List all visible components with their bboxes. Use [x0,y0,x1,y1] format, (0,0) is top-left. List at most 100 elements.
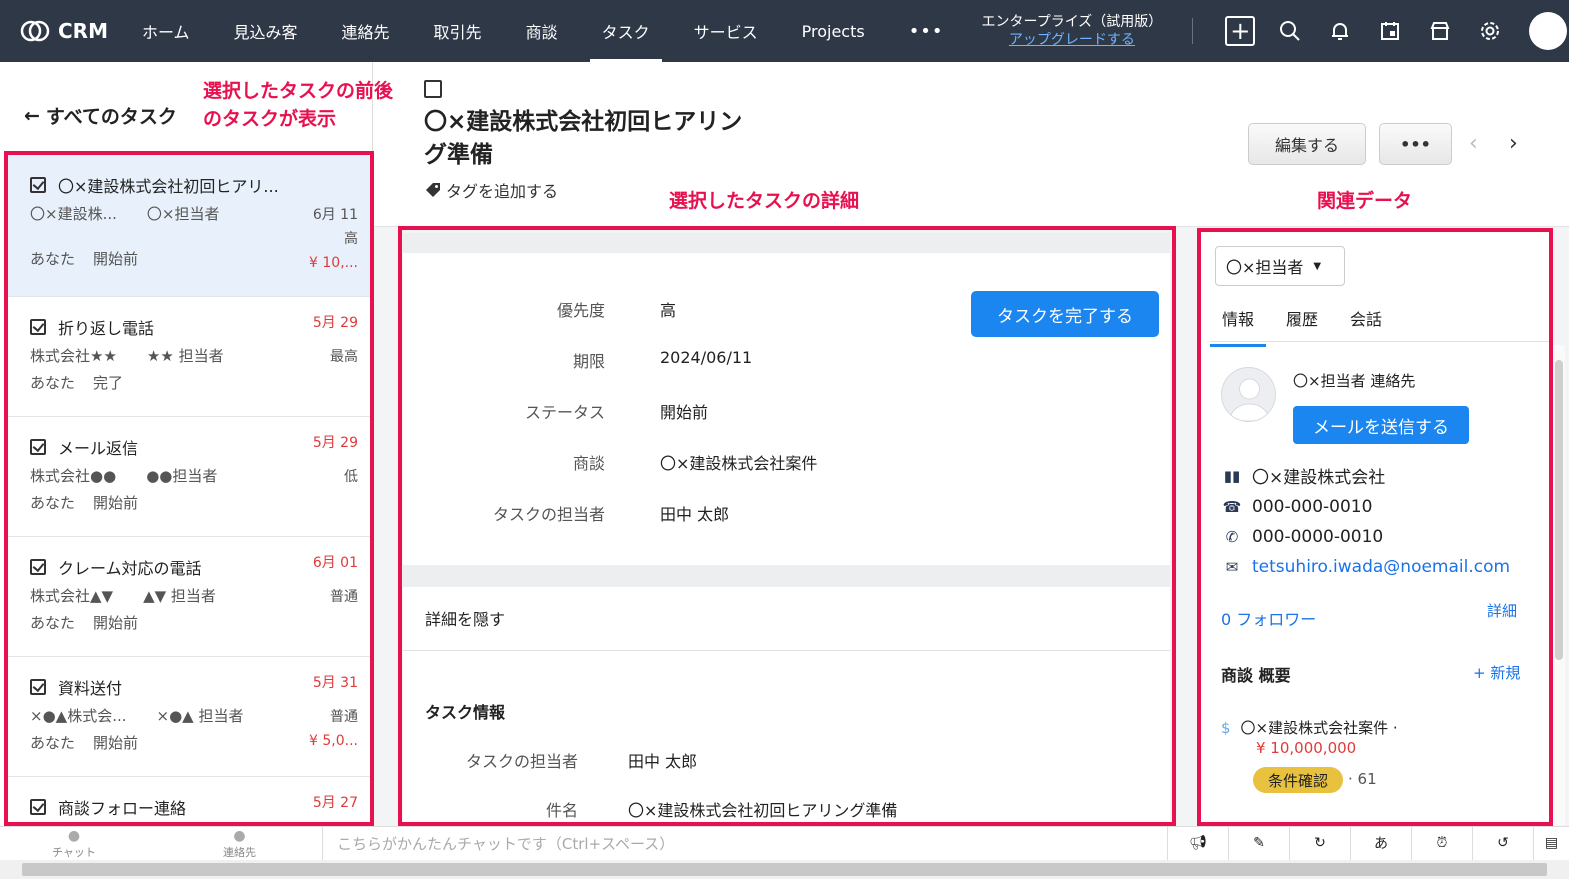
task-check-icon [30,559,46,575]
deal-entry[interactable]: $ 〇×建設株式会社案件 · [1221,717,1398,738]
add-tag-link[interactable]: タグを追加する [424,178,558,202]
translate-icon[interactable]: あ [1350,826,1411,860]
deal-stage-badge: 条件確認 [1253,767,1343,793]
task-priority: 低 [344,469,358,485]
trial-info: エンタープライズ（試用版） アップグレードする [982,13,1163,49]
company-name[interactable]: 〇×建設株式会社 [1252,463,1385,488]
redo-icon[interactable]: ↻ [1289,826,1350,860]
info-task-owner: タスクの担当者 田中 太郎 [403,748,1163,772]
task-priority: 高 [344,231,358,247]
phone-number[interactable]: 000-000-0010 [1252,497,1372,517]
hide-details-toggle[interactable]: 詳細を隠す [425,606,505,630]
task-status: 完了 [93,374,124,392]
task-date: 6月 11 [312,207,358,223]
gear-icon [1481,22,1500,40]
task-account: 株式会社●● [30,467,117,485]
nav-tasks[interactable]: タスク [580,0,672,62]
field-label: 件名 [545,801,578,820]
nav-deals[interactable]: 商談 [504,0,580,62]
field-value[interactable]: 田中 太郎 [628,748,697,772]
field-deal: 商談 〇×建設株式会社案件 [403,450,963,474]
task-item[interactable]: 〇×建設株式会社初回ヒアリ... 〇×建設株... 〇×担当者 あなた 開始前 6月… [8,155,370,297]
task-item[interactable]: 資料送付 ×●▲株式会... ×●▲ 担当者 あなた 開始前 5月 31 普通 ¥ … [8,657,370,777]
field-value[interactable]: 2024/06/11 [660,348,752,372]
search-icon [1280,21,1301,41]
calendar-button[interactable] [1365,11,1415,51]
field-value[interactable]: 田中 太郎 [660,501,729,525]
contact-mobile: ✆ 000-0000-0010 [1221,527,1384,547]
next-task-arrow-icon[interactable]: › [1509,131,1518,156]
settings-button[interactable] [1465,11,1515,51]
chat-shortcut[interactable]: ● チャット [52,828,96,860]
deal-link[interactable]: 〇×建設株式会社案件 [660,450,817,474]
nav-services[interactable]: サービス [672,0,780,62]
marketplace-button[interactable] [1415,11,1465,51]
crm-logo[interactable]: CRM [20,19,108,43]
nav-accounts[interactable]: 取引先 [412,0,504,62]
app-name: CRM [58,19,108,43]
task-title-heading: 〇×建設株式会社初回ヒアリング準備 [424,109,743,168]
contact-company: ▮▮ 〇×建設株式会社 [1221,463,1386,489]
quick-chat-input[interactable]: こちらがかんたんチャットです（Ctrl+スペース） [322,826,1167,860]
field-value[interactable]: 〇×建設株式会社初回ヒアリング準備 [628,797,897,821]
notes-icon[interactable]: ▤ [1533,826,1569,860]
horizontal-scrollbar[interactable] [0,860,1569,879]
task-item[interactable]: 商談フォロー連絡 5月 27 [8,777,370,823]
mobile-number[interactable]: 000-0000-0010 [1252,527,1383,547]
task-account: 株式会社▲▼ [30,587,114,605]
send-email-button[interactable]: メールを送信する [1293,406,1469,444]
contact-name[interactable]: 〇×担当者 連絡先 [1293,370,1415,391]
deal-stage-suffix: · 61 [1348,770,1377,788]
history-icon[interactable]: ↺ [1472,826,1533,860]
megaphone-icon[interactable]: 📢︎ [1167,826,1228,860]
field-due-date: 期限 2024/06/11 [403,348,963,372]
telephone-icon: ☎ [1222,498,1242,516]
nav-home[interactable]: ホーム [120,0,212,62]
task-owner: ▲▼ 担当者 [143,587,216,605]
nav-projects[interactable]: Projects [780,0,887,62]
nav-more-button[interactable]: ••• [887,0,966,62]
task-item[interactable]: 折り返し電話 株式会社★★ ★★ 担当者 あなた 完了 5月 29 最高 [8,297,370,417]
task-item[interactable]: クレーム対応の電話 株式会社▲▼ ▲▼ 担当者 あなた 開始前 6月 01 普通 [8,537,370,657]
previous-task-arrow-icon[interactable]: ‹ [1469,131,1478,156]
task-title: 資料送付 [58,679,123,698]
field-value[interactable]: 開始前 [660,399,708,423]
phone-icon: ✆ [1225,528,1239,546]
more-actions-button[interactable]: ••• [1379,123,1452,165]
calendar-icon [1381,22,1400,40]
nav-leads[interactable]: 見込み客 [212,0,320,62]
right-panel-scrollbar[interactable] [1553,345,1565,825]
contact-details-link[interactable]: 詳細 [1487,600,1517,621]
task-date: 5月 31 [312,675,358,691]
create-button[interactable]: + [1215,11,1265,51]
task-owner: 〇×担当者 [146,205,220,223]
followers-link[interactable]: 0 フォロワー [1221,606,1316,630]
task-status: 開始前 [93,250,139,268]
search-button[interactable] [1265,11,1315,51]
chat-bubble-icon: ● [67,828,81,844]
deal-dollar-icon: $ [1221,719,1231,737]
horizontal-scrollbar-thumb[interactable] [22,863,1547,876]
scrollbar-thumb[interactable] [1555,360,1563,660]
field-value[interactable]: 高 [660,297,676,321]
deals-summary-title: 商談 概要 [1221,666,1291,685]
notifications-button[interactable] [1315,11,1365,51]
field-label: タスクの担当者 [465,752,578,771]
nav-contacts[interactable]: 連絡先 [320,0,412,62]
detail-divider [403,565,1170,587]
envelope-icon: ✉ [1225,558,1239,576]
bell-icon [1332,23,1349,40]
contacts-shortcut[interactable]: ● 連絡先 [223,828,256,860]
user-avatar[interactable] [1529,12,1568,50]
contact-select[interactable]: 〇×担当者 ▼ [1215,246,1345,286]
alarm-clock-icon[interactable]: ⏰︎ [1411,826,1472,860]
email-address[interactable]: tetsuhiro.iwada@noemail.com [1252,557,1510,577]
complete-task-button[interactable]: タスクを完了する [971,291,1159,337]
new-deal-link[interactable]: + 新規 [1473,662,1520,683]
task-item[interactable]: メール返信 株式会社●● ●●担当者 あなた 開始前 5月 29 低 [8,417,370,537]
activity-icon[interactable]: ✎ [1228,826,1289,860]
upgrade-link[interactable]: アップグレードする [982,31,1163,49]
edit-button[interactable]: 編集する [1248,123,1366,165]
back-to-all-tasks[interactable]: ← すべてのタスク [24,102,177,129]
task-priority: 普通 [330,589,358,605]
